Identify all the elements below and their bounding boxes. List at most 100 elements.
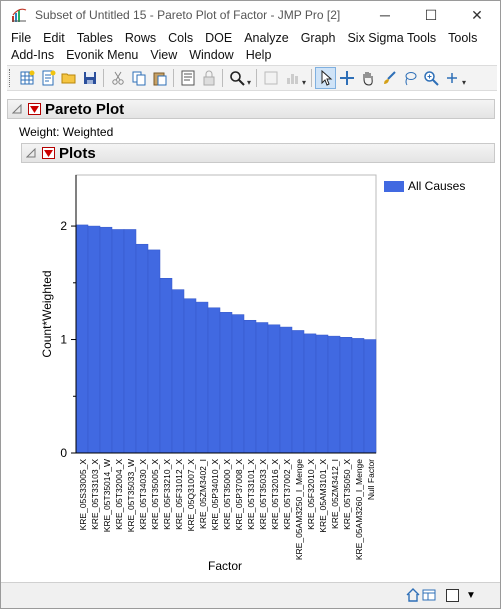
x-tick-label: KRE_05T37002_X — [282, 459, 292, 530]
x-tick-label: KRE_05T35005_X — [150, 459, 160, 530]
pareto-bar — [363, 339, 377, 454]
copy-icon[interactable] — [128, 67, 149, 89]
toolbar-separator — [222, 69, 223, 87]
chart-builder-icon[interactable] — [281, 67, 302, 89]
pareto-bar — [279, 326, 293, 454]
menu-rows[interactable]: Rows — [125, 31, 156, 45]
pareto-bar — [291, 330, 305, 454]
cut-icon[interactable] — [107, 67, 128, 89]
pareto-bar — [171, 289, 185, 454]
x-tick-label: KRE_05F32010_X — [306, 459, 316, 530]
pareto-bar — [339, 337, 353, 454]
pareto-bar — [123, 229, 137, 454]
y-tick-label: 2 — [60, 219, 67, 233]
legend-label: All Causes — [408, 179, 466, 193]
x-tick-label: KRE_05AM3260_I_Menge — [354, 459, 364, 560]
pareto-bar — [327, 335, 341, 454]
annotate-tool-icon[interactable] — [441, 67, 462, 89]
close-button[interactable]: ✕ — [454, 1, 500, 29]
search-icon[interactable] — [226, 67, 247, 89]
pareto-bar — [255, 322, 269, 454]
menu-evonik-menu[interactable]: Evonik Menu — [66, 48, 138, 62]
selection-checkbox[interactable] — [446, 587, 459, 603]
pareto-bar — [87, 225, 101, 454]
pareto-bar — [75, 224, 89, 454]
maximize-button[interactable]: ☐ — [408, 1, 454, 29]
journal-icon[interactable] — [177, 67, 198, 89]
y-axis-title: Count*Weighted — [40, 270, 54, 357]
x-tick-label: KRE_05T35033_W — [126, 459, 136, 532]
menu-file[interactable]: File — [11, 31, 31, 45]
crosshair-tool-icon[interactable] — [336, 67, 357, 89]
x-tick-label: KRE_05AM3101_X — [318, 459, 328, 533]
menu-six-sigma-tools[interactable]: Six Sigma Tools — [347, 31, 436, 45]
menu-help[interactable]: Help — [246, 48, 272, 62]
minimize-button[interactable]: ─ — [362, 1, 408, 29]
x-tick-label: KRE_05T32016_X — [270, 459, 280, 530]
menu-doe[interactable]: DOE — [205, 31, 232, 45]
new-script-icon[interactable] — [37, 67, 58, 89]
pareto-bar — [303, 333, 317, 454]
window-title: Subset of Untitled 15 - Pareto Plot of F… — [35, 8, 341, 22]
lasso-tool-icon[interactable] — [399, 67, 420, 89]
menu-view[interactable]: View — [150, 48, 177, 62]
menu-graph[interactable]: Graph — [301, 31, 336, 45]
menu-tools[interactable]: Tools — [448, 31, 477, 45]
magnifier-tool-icon[interactable] — [420, 67, 441, 89]
x-tick-label: KRE_05T34030_X — [138, 459, 148, 530]
toolbar-separator — [256, 69, 258, 87]
x-tick-label: KRE_05T35014_W — [102, 459, 112, 532]
pareto-bar — [111, 229, 125, 454]
jmp-window: Subset of Untitled 15 - Pareto Plot of F… — [0, 0, 501, 609]
new-data-table-icon[interactable] — [16, 67, 37, 89]
paste-icon[interactable] — [149, 67, 170, 89]
x-tick-label: KRE_05AM3250_I_Menge — [294, 459, 304, 560]
arrow-tool-icon[interactable] — [315, 67, 337, 89]
x-tick-label: KRE_05T33103_X — [90, 459, 100, 530]
x-tick-label: KRE_05ZM3402_I — [198, 459, 208, 529]
open-icon[interactable] — [58, 67, 79, 89]
menu-window[interactable]: Window — [189, 48, 233, 62]
pareto-bar — [159, 278, 173, 454]
x-tick-label: KRE_05F33210_X — [162, 459, 172, 530]
toolbar-overflow-icon[interactable]: ▾ — [462, 78, 466, 87]
toolbar-overflow-icon[interactable]: ▾ — [302, 78, 306, 87]
menu-bar: File Edit Tables Rows Cols DOE Analyze Graph Six… — [1, 29, 500, 63]
window-controls: ─ ☐ ✕ — [362, 1, 500, 29]
pareto-bar — [183, 298, 197, 454]
pareto-chart: 012KRE_05S33005_X KRE_05T33103_X KRE_05T35… — [40, 174, 377, 573]
pareto-bar — [147, 249, 161, 454]
x-tick-label: KRE_05F31012_X — [174, 459, 184, 530]
toolbar-separator — [311, 69, 313, 87]
menu-add-ins[interactable]: Add-Ins — [11, 48, 54, 62]
pareto-bar — [243, 319, 257, 454]
toolbar-grip[interactable] — [9, 69, 13, 87]
chart-legend: All Causes — [384, 179, 465, 193]
report-icon[interactable] — [260, 67, 281, 89]
save-icon[interactable] — [79, 67, 100, 89]
jmp-app-icon — [12, 8, 27, 22]
menu-edit[interactable]: Edit — [43, 31, 65, 45]
hand-tool-icon[interactable] — [357, 67, 378, 89]
menu-row-primary: File Edit Tables Rows Cols DOE Analyze Graph Six… — [1, 29, 500, 46]
brush-tool-icon[interactable] — [378, 67, 399, 89]
lock-icon[interactable] — [198, 67, 219, 89]
menu-row-secondary: Add-Ins Evonik Menu View Window Help — [1, 46, 500, 63]
pareto-bar — [267, 324, 281, 454]
toolbar-separator — [173, 69, 174, 87]
x-tick-label: KRE_05T35000_X — [222, 459, 232, 530]
menu-tables[interactable]: Tables — [77, 31, 113, 45]
pareto-bar — [135, 243, 149, 454]
pareto-bar — [195, 301, 209, 454]
x-tick-label: KRE_05S33005_X — [78, 459, 88, 531]
toolbar-overflow-icon[interactable]: ▾ — [247, 78, 251, 87]
home-icon[interactable] — [406, 587, 420, 603]
menu-analyze[interactable]: Analyze — [244, 31, 288, 45]
layout-icon[interactable] — [422, 587, 436, 603]
x-tick-label: Null Factor — [366, 459, 376, 500]
status-dropdown-icon[interactable]: ▼ — [466, 587, 476, 603]
toolbar: ▾ ▾ ▾ — [7, 65, 497, 91]
menu-cols[interactable]: Cols — [168, 31, 193, 45]
x-tick-label: KRE_05T35050_X — [342, 459, 352, 530]
x-tick-label: KRE_05Q31007_X — [186, 459, 196, 532]
